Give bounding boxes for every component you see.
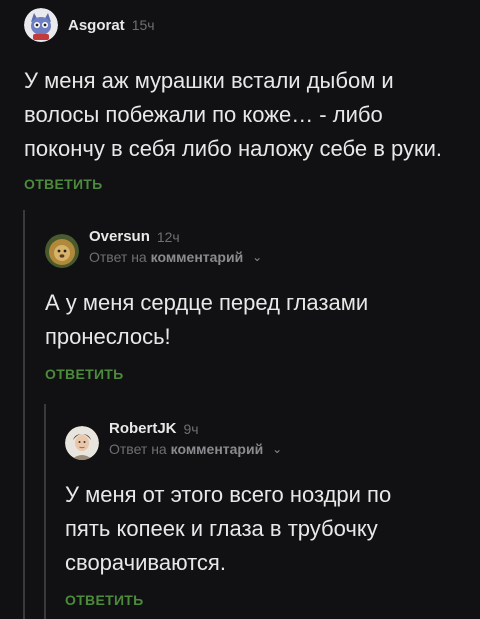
reply-to-target: комментарий bbox=[150, 249, 244, 265]
timestamp: 12ч bbox=[156, 228, 180, 245]
reply-to-prefix: Ответ на bbox=[109, 441, 167, 457]
comment-header: Oversun 12ч Ответ на комментарий ⌄ bbox=[45, 228, 465, 268]
comment-header: Asgorat 15ч bbox=[24, 8, 464, 42]
thread-line bbox=[23, 210, 25, 619]
person-avatar-icon[interactable] bbox=[65, 426, 99, 460]
comment-oversun: Oversun 12ч Ответ на комментарий ⌄ А у м… bbox=[45, 228, 465, 382]
comment-header: RobertJK 9ч Ответ на комментарий ⌄ bbox=[65, 420, 465, 460]
timestamp: 9ч bbox=[183, 420, 199, 437]
reply-to-prefix: Ответ на bbox=[89, 249, 147, 265]
lion-avatar-icon[interactable] bbox=[45, 234, 79, 268]
timestamp: 15ч bbox=[131, 17, 155, 33]
comment-asgorat: Asgorat 15ч У меня аж мурашки встали дыб… bbox=[24, 8, 464, 192]
reply-button[interactable]: ОТВЕТИТЬ bbox=[24, 176, 464, 192]
comment-robertjk: RobertJK 9ч Ответ на комментарий ⌄ У мен… bbox=[65, 420, 465, 608]
header-text: Oversun 12ч Ответ на комментарий ⌄ bbox=[89, 228, 262, 265]
comment-text: У меня аж мурашки встали дыбом и волосы … bbox=[24, 68, 443, 161]
chevron-down-icon: ⌄ bbox=[252, 250, 263, 264]
reply-button[interactable]: ОТВЕТИТЬ bbox=[45, 366, 465, 382]
comment-text: У меня от этого всего ноздри по пять коп… bbox=[65, 482, 392, 575]
header-text: RobertJK 9ч Ответ на комментарий ⌄ bbox=[109, 420, 282, 457]
cat-avatar-icon[interactable] bbox=[24, 8, 58, 42]
thread-line bbox=[44, 404, 46, 619]
chevron-down-icon: ⌄ bbox=[272, 442, 283, 456]
username[interactable]: RobertJK bbox=[109, 420, 177, 437]
username[interactable]: Asgorat bbox=[68, 17, 125, 34]
username[interactable]: Oversun bbox=[89, 228, 150, 245]
comment-text: А у меня сердце перед глазами пронеслось… bbox=[45, 290, 369, 349]
reply-to-target: комментарий bbox=[170, 441, 264, 457]
reply-to-link[interactable]: Ответ на комментарий ⌄ bbox=[109, 441, 282, 457]
reply-button[interactable]: ОТВЕТИТЬ bbox=[65, 592, 465, 608]
reply-to-link[interactable]: Ответ на комментарий ⌄ bbox=[89, 249, 262, 265]
